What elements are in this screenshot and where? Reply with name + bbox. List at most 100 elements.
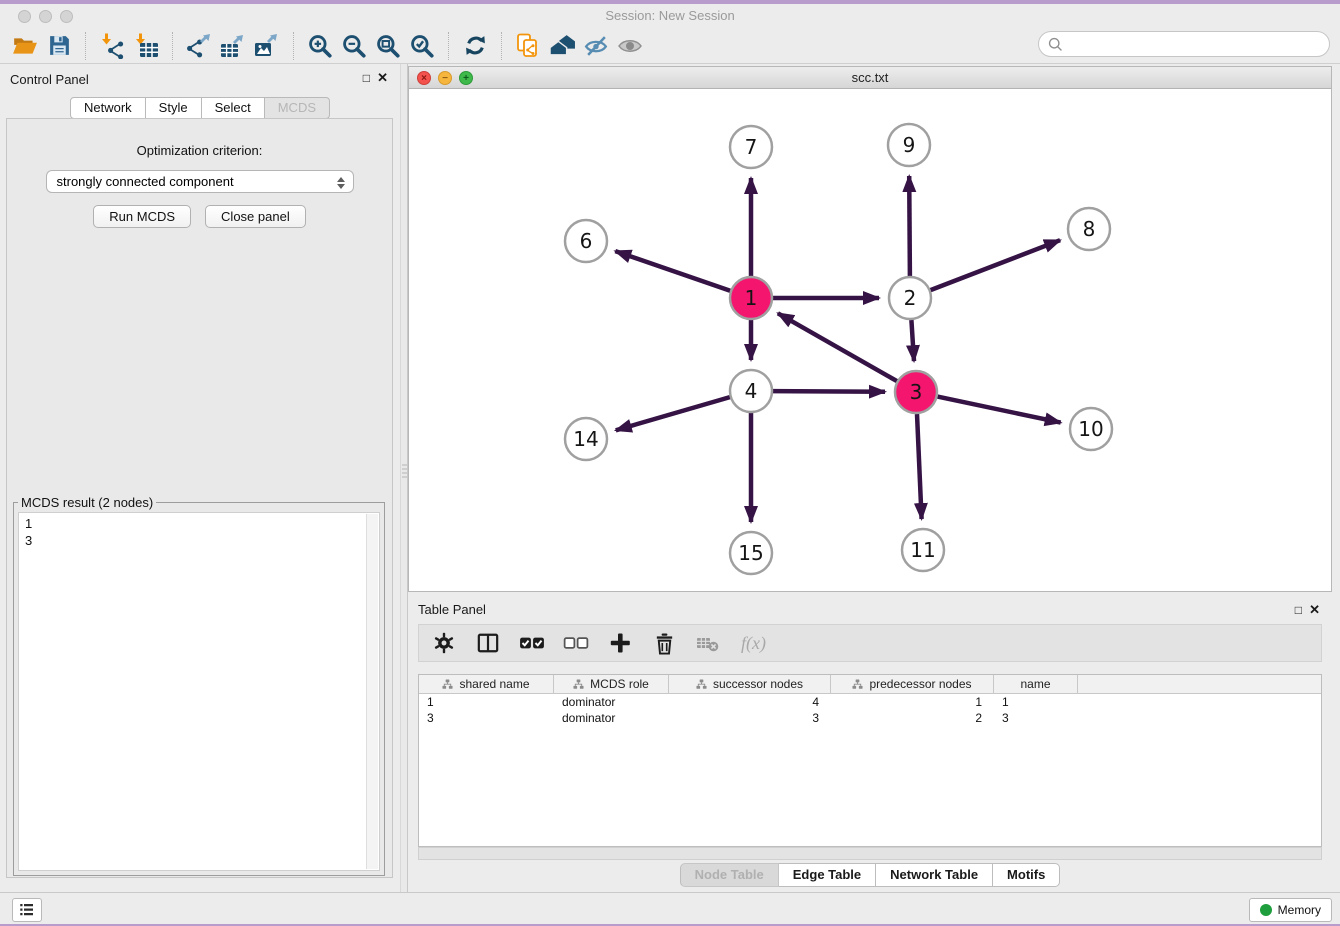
- table-cell[interactable]: 2: [831, 711, 994, 725]
- table-cell[interactable]: 1: [994, 695, 1078, 709]
- task-history-button[interactable]: [12, 898, 42, 922]
- table-cell[interactable]: 1: [831, 695, 994, 709]
- svg-text:4: 4: [745, 379, 758, 403]
- tab-edge-table[interactable]: Edge Table: [779, 863, 876, 887]
- toolbar-separator: [501, 32, 502, 60]
- graph-node-15[interactable]: 15: [730, 532, 772, 574]
- panel-splitter[interactable]: [400, 64, 408, 892]
- control-panel: Control Panel □ ✕ NetworkStyleSelectMCDS…: [0, 64, 400, 892]
- graph-edge-3-11[interactable]: [917, 414, 922, 519]
- table-cell[interactable]: 4: [669, 695, 831, 709]
- table-scroll-strip[interactable]: [418, 847, 1322, 860]
- create-column-button[interactable]: [605, 628, 635, 658]
- column-header-successor-nodes[interactable]: successor nodes: [669, 675, 831, 693]
- copy-network-button[interactable]: [511, 30, 545, 62]
- select-all-columns-button[interactable]: [517, 628, 547, 658]
- tab-mcds[interactable]: MCDS: [265, 97, 330, 119]
- zoom-selected-button[interactable]: [405, 30, 439, 62]
- delete-table-icon: [695, 630, 721, 656]
- table-cell[interactable]: dominator: [554, 711, 669, 725]
- import-table-button[interactable]: [129, 30, 163, 62]
- table-cell[interactable]: 3: [669, 711, 831, 725]
- tab-motifs[interactable]: Motifs: [993, 863, 1060, 887]
- export-table-button[interactable]: [216, 30, 250, 62]
- graph-node-7[interactable]: 7: [730, 126, 772, 168]
- graph-edge-2-3[interactable]: [911, 320, 914, 361]
- graph-edge-1-6[interactable]: [615, 251, 730, 291]
- criterion-select[interactable]: strongly connected component: [46, 170, 354, 193]
- show-columns-button[interactable]: [473, 628, 503, 658]
- refresh-button[interactable]: [458, 30, 492, 62]
- tab-network[interactable]: Network: [70, 97, 146, 119]
- deselect-all-columns-button[interactable]: [561, 628, 591, 658]
- optimization-criterion-label: Optimization criterion:: [7, 143, 392, 158]
- save-session-button[interactable]: [42, 30, 76, 62]
- tab-select[interactable]: Select: [202, 97, 265, 119]
- column-header-MCDS-role[interactable]: MCDS role: [554, 675, 669, 693]
- column-header-predecessor-nodes[interactable]: predecessor nodes: [831, 675, 994, 693]
- graph-node-9[interactable]: 9: [888, 124, 930, 166]
- tab-node-table[interactable]: Node Table: [680, 863, 779, 887]
- graph-edge-2-9[interactable]: [909, 176, 910, 276]
- table-row[interactable]: 1dominator411: [419, 694, 1321, 710]
- graph-node-1[interactable]: 1: [730, 277, 772, 319]
- delete-column-button[interactable]: [649, 628, 679, 658]
- table-cell[interactable]: 1: [419, 695, 554, 709]
- gear-icon: [433, 632, 455, 654]
- result-scrollbar[interactable]: [366, 514, 378, 869]
- tab-style[interactable]: Style: [146, 97, 202, 119]
- float-table-panel-icon[interactable]: □: [1295, 603, 1302, 617]
- run-mcds-button[interactable]: Run MCDS: [93, 205, 191, 228]
- column-header-name[interactable]: name: [994, 675, 1078, 693]
- network-window-title: scc.txt: [409, 70, 1331, 85]
- search-input[interactable]: [1064, 34, 1329, 54]
- graph-edge-2-8[interactable]: [931, 240, 1061, 290]
- graph-edge-3-1[interactable]: [778, 313, 897, 381]
- column-header-shared-name[interactable]: shared name: [419, 675, 554, 693]
- zoom-in-button[interactable]: [303, 30, 337, 62]
- graph-node-4[interactable]: 4: [730, 370, 772, 412]
- graph-node-3[interactable]: 3: [895, 371, 937, 413]
- graph-node-11[interactable]: 11: [902, 529, 944, 571]
- tab-network-table[interactable]: Network Table: [876, 863, 993, 887]
- delete-table-button[interactable]: [693, 628, 723, 658]
- toolbar-separator: [293, 32, 294, 60]
- search-field[interactable]: [1038, 31, 1330, 57]
- svg-text:1: 1: [745, 286, 758, 310]
- trash-icon: [653, 632, 676, 655]
- column-tree-icon: [852, 679, 863, 690]
- memory-button[interactable]: Memory: [1249, 898, 1332, 922]
- function-builder-button[interactable]: f(x): [741, 633, 766, 654]
- float-panel-icon[interactable]: □: [363, 71, 370, 85]
- graph-node-8[interactable]: 8: [1068, 208, 1110, 250]
- graph-edge-4-3[interactable]: [773, 391, 885, 392]
- show-graphics-button[interactable]: [613, 30, 647, 62]
- open-session-button[interactable]: [8, 30, 42, 62]
- export-network-button[interactable]: [182, 30, 216, 62]
- graph-node-6[interactable]: 6: [565, 220, 607, 262]
- graph-edge-4-14[interactable]: [616, 397, 730, 430]
- mcds-result-box: MCDS result (2 nodes) 13: [13, 495, 385, 876]
- criterion-selected-value: strongly connected component: [57, 174, 234, 189]
- home-layout-button[interactable]: [545, 30, 579, 62]
- table-row[interactable]: 3dominator323: [419, 710, 1321, 726]
- network-canvas[interactable]: 7 9 6 8 1 2 4 3 14 10 15 11: [409, 89, 1331, 591]
- graph-edge-3-10[interactable]: [938, 397, 1061, 423]
- zoom-out-button[interactable]: [337, 30, 371, 62]
- table-cell[interactable]: dominator: [554, 695, 669, 709]
- table-settings-button[interactable]: [429, 628, 459, 658]
- import-network-button[interactable]: [95, 30, 129, 62]
- close-panel-button[interactable]: Close panel: [205, 205, 306, 228]
- table-cell[interactable]: 3: [994, 711, 1078, 725]
- graph-node-10[interactable]: 10: [1070, 408, 1112, 450]
- table-cell[interactable]: 3: [419, 711, 554, 725]
- export-image-button[interactable]: [250, 30, 284, 62]
- close-table-panel-icon[interactable]: ✕: [1309, 602, 1320, 618]
- zoom-fit-button[interactable]: [371, 30, 405, 62]
- node-table: shared nameMCDS rolesuccessor nodesprede…: [418, 674, 1322, 847]
- hide-graphics-button[interactable]: [579, 30, 613, 62]
- close-panel-icon[interactable]: ✕: [377, 70, 388, 86]
- graph-node-2[interactable]: 2: [889, 277, 931, 319]
- graph-node-14[interactable]: 14: [565, 418, 607, 460]
- table-panel: Table Panel □ ✕ f(x: [408, 596, 1332, 892]
